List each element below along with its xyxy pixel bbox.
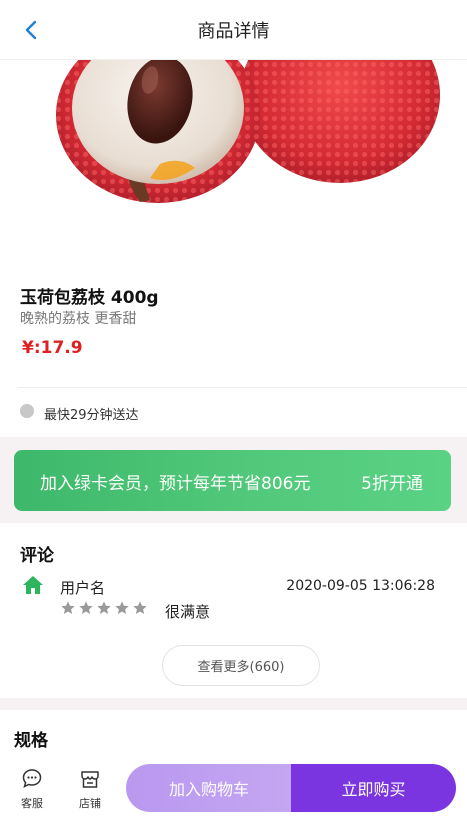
spec-title: 规格 <box>14 731 48 751</box>
lychee-image <box>56 60 440 203</box>
comment-time: 2020-09-05 13:06:28 <box>286 578 435 594</box>
customer-service-button[interactable]: 客服 <box>12 768 52 814</box>
page-title: 商品详情 <box>197 20 270 42</box>
delivery-time: 最快29分钟送达 <box>44 408 139 423</box>
member-banner[interactable]: 加入绿卡会员，预计每年节省806元 5折开通 <box>14 450 451 511</box>
back-button[interactable] <box>18 18 46 42</box>
comment-user-name: 用户名 <box>60 579 106 597</box>
spec-section: 规格 <box>0 710 467 760</box>
star-icon <box>79 601 93 614</box>
shop-label: 店铺 <box>79 797 101 810</box>
bottom-action-bar: 客服 店铺 加入购物车 立即购买 <box>0 760 467 818</box>
add-to-cart-button[interactable]: 加入购物车 <box>126 764 292 812</box>
store-icon <box>81 771 99 788</box>
star-icon <box>115 601 129 614</box>
customer-service-label: 客服 <box>21 797 43 810</box>
product-name: 玉荷包荔枝 400g <box>20 288 159 308</box>
chat-bubble-icon <box>22 769 42 788</box>
shop-button[interactable]: 店铺 <box>70 768 110 814</box>
delivery-dot-icon <box>20 404 34 418</box>
buy-now-button[interactable]: 立即购买 <box>291 764 456 812</box>
comments-title: 评论 <box>20 546 54 566</box>
comment-text: 很满意 <box>165 603 211 621</box>
divider <box>18 387 467 388</box>
home-icon <box>23 576 43 594</box>
star-icon <box>97 601 111 614</box>
product-image <box>0 60 467 275</box>
star-icon <box>61 601 75 614</box>
header: 商品详情 <box>0 0 467 60</box>
star-icon <box>133 601 147 614</box>
section-gap <box>0 698 467 710</box>
member-banner-text: 加入绿卡会员，预计每年节省806元 <box>40 474 311 494</box>
product-subtitle: 晚熟的荔枝 更香甜 <box>20 311 137 327</box>
view-more-comments-button[interactable]: 查看更多(660) <box>162 645 320 686</box>
product-detail-page: 商品详情 玉荷包荔枝 400g 晚熟的荔枝 更香甜 ¥:17.9 最快29分钟送… <box>0 0 467 818</box>
product-price: ¥:17.9 <box>22 338 83 358</box>
member-open-button[interactable]: 5折开通 <box>361 469 423 494</box>
comments-section: 评论 用户名 2020-09-05 13:06:28 很满意 查看更多(660) <box>0 523 467 698</box>
chevron-left-icon <box>25 20 37 40</box>
rating-stars <box>60 600 148 616</box>
